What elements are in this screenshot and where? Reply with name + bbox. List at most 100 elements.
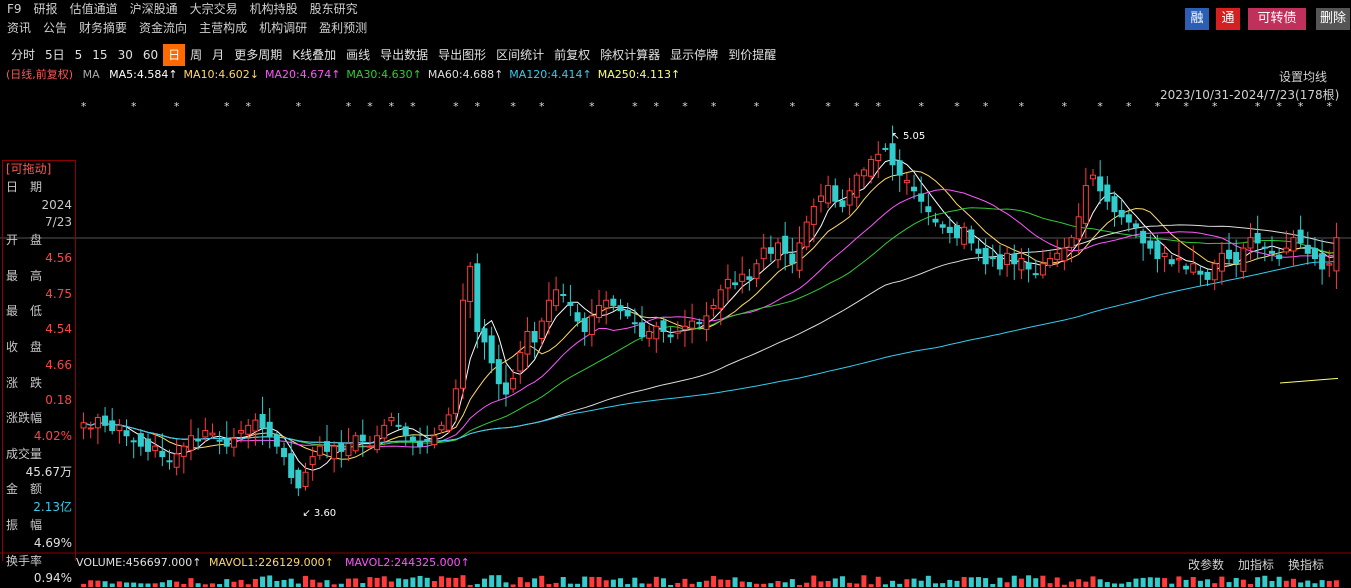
period-tab-0[interactable]: 分时 — [6, 44, 40, 66]
vol-bar-131 — [1018, 578, 1024, 587]
candle-98 — [782, 221, 789, 271]
candle-79 — [646, 325, 653, 347]
vol-bar-3 — [102, 581, 108, 587]
candle-108 — [853, 172, 860, 208]
period-tab-12[interactable]: 导出数据 — [375, 44, 433, 66]
candle-76 — [624, 302, 631, 319]
vol-bar-161 — [1233, 577, 1239, 587]
candle-61 — [517, 341, 524, 384]
period-tab-18[interactable]: 到价提醒 — [723, 44, 781, 66]
vol-bar-148 — [1140, 577, 1146, 587]
period-tab-2[interactable]: 5 — [70, 44, 88, 66]
vol-bar-134 — [1040, 575, 1046, 587]
candle-146 — [1125, 210, 1132, 232]
candle-67 — [560, 283, 567, 303]
candle-138 — [1068, 234, 1075, 263]
vol-bar-2 — [95, 580, 101, 587]
candle-6 — [123, 419, 130, 446]
nav-tab2-6[interactable]: 盈利预测 — [319, 19, 367, 37]
nav-tab2-4[interactable]: 主营构成 — [199, 19, 247, 37]
candle-112 — [882, 143, 889, 152]
vol-bar-124 — [968, 577, 974, 587]
nav-tab-0[interactable]: F9 — [7, 0, 22, 18]
nav-tab2-3[interactable]: 资金流向 — [139, 19, 187, 37]
nav-tab2-1[interactable]: 公告 — [43, 19, 67, 37]
grid-layer — [0, 237, 1351, 554]
candle-172 — [1311, 237, 1318, 266]
period-tab-10[interactable]: K线叠加 — [287, 44, 341, 66]
nav-tab2-2[interactable]: 财务摘要 — [79, 19, 127, 37]
amp-label: 振 幅 — [6, 517, 43, 532]
badge-3[interactable]: 删除 — [1316, 8, 1350, 30]
date-md: 7/23 — [45, 215, 72, 230]
info-panel[interactable]: [可拖动] 日 期 2024 7/23 开 盘 4.56 最 高 4.75 最 … — [2, 160, 76, 585]
indicator-op-1[interactable]: 加指标 — [1238, 556, 1274, 573]
period-tab-5[interactable]: 60 — [138, 44, 163, 66]
nav-tab-5[interactable]: 机构持股 — [250, 0, 298, 18]
candle-150 — [1154, 234, 1161, 273]
period-tab-3[interactable]: 15 — [87, 44, 112, 66]
candle-3 — [102, 407, 109, 433]
period-tab-9[interactable]: 更多周期 — [229, 44, 287, 66]
vol-bar-25 — [260, 576, 266, 587]
vol-bar-139 — [1076, 579, 1082, 587]
vol-bar-146 — [1126, 582, 1132, 587]
period-tab-17[interactable]: 显示停牌 — [665, 44, 723, 66]
indicator-op-0[interactable]: 改参数 — [1188, 556, 1224, 573]
period-tab-7[interactable]: 周 — [185, 44, 207, 66]
nav-tab2-5[interactable]: 机构调研 — [259, 19, 307, 37]
nav-tab-4[interactable]: 大宗交易 — [190, 0, 238, 18]
vol-bar-67 — [560, 577, 566, 587]
vol-bar-144 — [1111, 583, 1117, 587]
badge-1[interactable]: 通 — [1216, 8, 1240, 30]
ma-line-120 — [83, 260, 1337, 444]
vol-bar-49 — [431, 581, 437, 587]
chg-value: 0.18 — [45, 393, 72, 408]
candle-101 — [803, 215, 810, 251]
candle-148 — [1140, 228, 1147, 261]
nav-tab2-0[interactable]: 资讯 — [7, 19, 31, 37]
nav-tab-2[interactable]: 估值通道 — [70, 0, 118, 18]
vol-bar-107 — [847, 582, 853, 587]
legend-items: MA5:4.584↑ MA10:4.602↓ MA20:4.674↑ MA30:4.6… — [109, 68, 686, 81]
period-tab-6[interactable]: 日 — [163, 44, 186, 66]
vol-bar-121 — [947, 579, 953, 587]
candle-49 — [431, 427, 438, 449]
info-marker-137: * — [1062, 100, 1068, 113]
period-tab-8[interactable]: 月 — [207, 44, 229, 66]
period-tab-13[interactable]: 导出图形 — [433, 44, 491, 66]
nav-tab-3[interactable]: 沪深股通 — [130, 0, 178, 18]
kline-chart[interactable]: * * * * * * * * * * * * * * * * * * * * * * * * * * * * * * * * * * * * * * ↖… — [0, 0, 1351, 587]
indicator-op-2[interactable]: 换指标 — [1288, 556, 1324, 573]
candles — [80, 125, 1340, 497]
volume-bars — [81, 575, 1339, 587]
vol-bar-113 — [890, 580, 896, 587]
vol-bar-109 — [861, 575, 867, 587]
vol-bar-92 — [739, 581, 745, 587]
period-tab-15[interactable]: 前复权 — [549, 44, 595, 66]
nav-tab-1[interactable]: 研报 — [34, 0, 58, 18]
vol-bar-78 — [639, 583, 645, 587]
period-tab-16[interactable]: 除权计算器 — [595, 44, 665, 66]
badge-0[interactable]: 融 — [1185, 8, 1209, 30]
badge-2[interactable]: 可转债 — [1248, 8, 1306, 30]
vol-bar-42 — [381, 576, 387, 587]
period-tab-14[interactable]: 区间统计 — [491, 44, 549, 66]
vol-bar-73 — [603, 580, 609, 587]
candle-100 — [796, 226, 803, 279]
ma-line-250 — [1279, 377, 1339, 384]
info-marker-30: * — [296, 100, 302, 113]
candle-175 — [1333, 222, 1340, 290]
candle-99 — [789, 238, 796, 274]
period-tab-11[interactable]: 画线 — [341, 44, 375, 66]
vol-bar-59 — [503, 582, 509, 587]
vol-bar-6 — [124, 582, 130, 587]
settings-ma-button[interactable]: 设置均线 — [1279, 68, 1327, 85]
info-marker-60: * — [510, 100, 516, 113]
candle-50 — [438, 421, 445, 434]
nav-tab-6[interactable]: 股东研究 — [310, 0, 358, 18]
period-tab-1[interactable]: 5日 — [40, 44, 70, 66]
vol-bar-136 — [1054, 577, 1060, 587]
period-tab-4[interactable]: 30 — [113, 44, 138, 66]
info-header[interactable]: [可拖动] — [3, 161, 75, 179]
